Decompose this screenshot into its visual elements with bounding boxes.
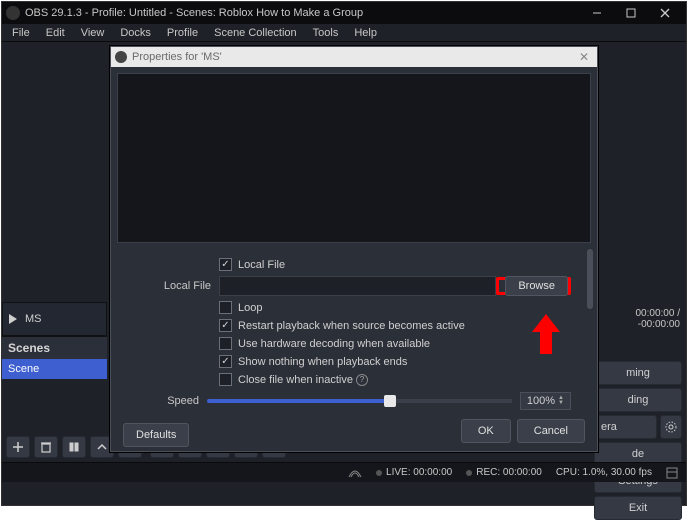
slider-thumb-icon[interactable] — [384, 395, 396, 407]
show-nothing-label: Show nothing when playback ends — [238, 356, 407, 368]
dock-layout-icon[interactable] — [666, 467, 678, 479]
scene-item[interactable]: Scene — [2, 359, 107, 379]
close-inactive-label: Close file when inactive — [238, 374, 353, 386]
window-title: OBS 29.1.3 - Profile: Untitled - Scenes:… — [25, 7, 363, 19]
source-preview[interactable]: MS — [2, 302, 107, 336]
local-file-input[interactable] — [219, 276, 496, 296]
menu-view[interactable]: View — [73, 25, 113, 41]
local-file-checkbox[interactable] — [219, 258, 232, 271]
speed-slider[interactable] — [207, 399, 512, 403]
cancel-button[interactable]: Cancel — [517, 419, 585, 443]
dialog-title: Properties for 'MS' — [132, 51, 222, 63]
app-logo-icon — [6, 6, 20, 20]
help-icon[interactable]: ? — [356, 374, 368, 386]
hw-decode-label: Use hardware decoding when available — [238, 338, 430, 350]
speed-label: Speed — [125, 395, 207, 407]
annotation-arrow-icon — [532, 314, 560, 354]
live-status: LIVE: 00:00:00 — [386, 467, 452, 478]
source-preview-area — [117, 73, 591, 243]
timeline-readout: 00:00:00 / -00:00:00 — [590, 302, 686, 340]
source-name: MS — [25, 313, 42, 325]
scenes-panel-header: Scenes — [2, 336, 107, 359]
ok-button[interactable]: OK — [461, 419, 511, 443]
local-file-checkbox-label: Local File — [238, 259, 285, 271]
menubar: File Edit View Docks Profile Scene Colle… — [2, 24, 686, 42]
play-icon — [9, 314, 17, 324]
minimize-button[interactable] — [580, 3, 614, 23]
menu-scene-collection[interactable]: Scene Collection — [206, 25, 305, 41]
gear-button[interactable] — [660, 415, 682, 439]
dialog-close-button[interactable]: ✕ — [575, 50, 593, 64]
annotation-highlight: Browse — [496, 277, 571, 295]
speed-value-spinbox[interactable]: 100% ▲▼ — [520, 392, 571, 410]
loop-label: Loop — [238, 302, 262, 314]
loop-checkbox[interactable] — [219, 301, 232, 314]
menu-tools[interactable]: Tools — [305, 25, 347, 41]
control-button-ming[interactable]: ming — [594, 361, 682, 385]
app-logo-icon — [115, 51, 127, 63]
close-button[interactable] — [648, 3, 682, 23]
add-scene-button[interactable] — [6, 436, 30, 458]
menu-edit[interactable]: Edit — [38, 25, 73, 41]
hw-decode-checkbox[interactable] — [219, 337, 232, 350]
control-button-ding[interactable]: ding — [594, 388, 682, 412]
defaults-button[interactable]: Defaults — [123, 423, 189, 447]
properties-dialog: Properties for 'MS' ✕ Local File Local F… — [110, 46, 598, 452]
menu-profile[interactable]: Profile — [159, 25, 206, 41]
statusbar: LIVE: 00:00:00 REC: 00:00:00 CPU: 1.0%, … — [2, 462, 686, 482]
exit-button[interactable]: Exit — [594, 496, 682, 520]
network-icon — [348, 468, 362, 478]
remove-scene-button[interactable] — [34, 436, 58, 458]
restart-label: Restart playback when source becomes act… — [238, 320, 465, 332]
cpu-status: CPU: 1.0%, 30.00 fps — [556, 467, 652, 478]
menu-help[interactable]: Help — [346, 25, 385, 41]
local-file-label: Local File — [125, 280, 219, 292]
browse-button[interactable]: Browse — [505, 276, 568, 296]
scene-filters-button[interactable] — [62, 436, 86, 458]
rec-status: REC: 00:00:00 — [476, 467, 542, 478]
scrollbar[interactable] — [587, 249, 593, 414]
dialog-titlebar[interactable]: Properties for 'MS' ✕ — [111, 47, 597, 67]
menu-docks[interactable]: Docks — [112, 25, 159, 41]
maximize-button[interactable] — [614, 3, 648, 23]
live-dot-icon — [376, 470, 382, 476]
restart-checkbox[interactable] — [219, 319, 232, 332]
titlebar: OBS 29.1.3 - Profile: Untitled - Scenes:… — [2, 2, 686, 24]
chevron-up-down-icon[interactable]: ▲▼ — [558, 396, 564, 406]
close-inactive-checkbox[interactable] — [219, 373, 232, 386]
show-nothing-checkbox[interactable] — [219, 355, 232, 368]
control-button-era[interactable]: era — [594, 415, 657, 439]
menu-file[interactable]: File — [4, 25, 38, 41]
rec-dot-icon — [466, 470, 472, 476]
